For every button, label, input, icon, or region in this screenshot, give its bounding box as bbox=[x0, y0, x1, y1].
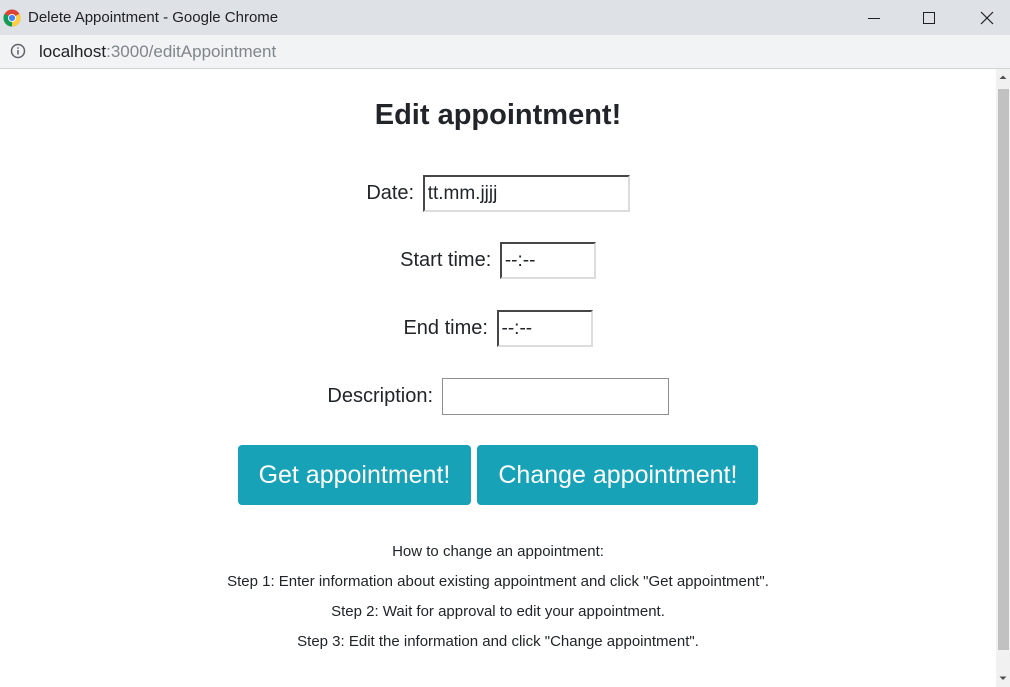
instructions: How to change an appointment: Step 1: En… bbox=[0, 541, 996, 661]
start-time-input[interactable]: --:-- bbox=[499, 242, 596, 279]
chrome-logo-icon bbox=[3, 9, 21, 27]
close-icon bbox=[980, 11, 994, 25]
button-group: Get appointment! Change appointment! bbox=[0, 445, 996, 505]
address-bar[interactable]: localhost:3000/editAppointment bbox=[0, 35, 1010, 69]
instructions-heading: How to change an appointment: bbox=[392, 543, 604, 560]
end-time-row: End time: --:-- bbox=[0, 310, 996, 347]
minimize-button[interactable] bbox=[850, 0, 896, 35]
start-time-label: Start time: bbox=[400, 249, 492, 271]
url-text[interactable]: localhost:3000/editAppointment bbox=[39, 42, 276, 62]
date-row: Date: tt.mm.jjjj bbox=[0, 175, 996, 212]
instruction-step-1: Step 1: Enter information about existing… bbox=[227, 573, 769, 590]
page-content: Edit appointment! Date: tt.mm.jjjj Start… bbox=[0, 69, 996, 687]
description-row: Description: bbox=[0, 378, 996, 415]
date-label: Date: bbox=[366, 182, 415, 204]
instruction-step-2: Step 2: Wait for approval to edit your a… bbox=[331, 603, 665, 620]
description-input[interactable] bbox=[441, 378, 669, 415]
info-icon[interactable] bbox=[10, 43, 26, 59]
maximize-button[interactable] bbox=[906, 0, 952, 35]
close-button[interactable] bbox=[964, 0, 1010, 35]
title-bar: Delete Appointment - Google Chrome bbox=[0, 0, 1010, 35]
description-label: Description: bbox=[327, 385, 434, 407]
page-title: Edit appointment! bbox=[374, 99, 622, 131]
maximize-icon bbox=[923, 12, 935, 24]
scroll-down-arrow-icon[interactable] bbox=[996, 670, 1010, 687]
minimize-icon bbox=[868, 18, 880, 19]
browser-window: Delete Appointment - Google Chrome local… bbox=[0, 0, 1010, 687]
date-input[interactable]: tt.mm.jjjj bbox=[422, 175, 630, 212]
start-time-row: Start time: --:-- bbox=[0, 242, 996, 279]
change-appointment-button[interactable]: Change appointment! bbox=[477, 445, 759, 505]
end-time-label: End time: bbox=[403, 317, 488, 339]
vertical-scrollbar[interactable] bbox=[996, 69, 1010, 687]
end-time-input[interactable]: --:-- bbox=[496, 310, 593, 347]
instruction-step-3: Step 3: Edit the information and click "… bbox=[297, 633, 699, 650]
get-appointment-button[interactable]: Get appointment! bbox=[237, 445, 472, 505]
window-title: Delete Appointment - Google Chrome bbox=[28, 9, 279, 26]
url-host: localhost bbox=[39, 42, 107, 61]
scrollbar-thumb[interactable] bbox=[998, 89, 1009, 650]
url-path: :3000/editAppointment bbox=[106, 42, 277, 61]
scroll-up-arrow-icon[interactable] bbox=[996, 69, 1010, 86]
